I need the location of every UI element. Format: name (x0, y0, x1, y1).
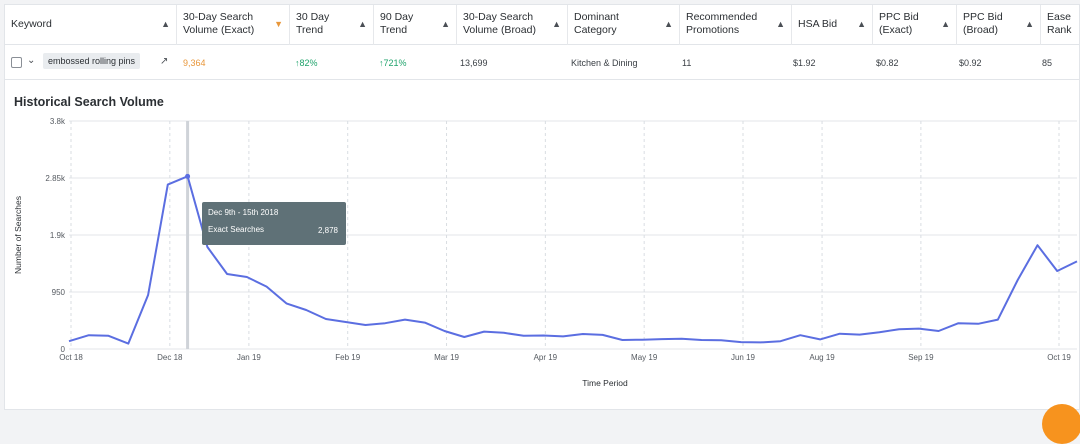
search-volume-chart: 09501.9k2.85k3.8kOct 18 Dec 18 Jan 19 Feb 1… (13, 117, 1078, 388)
trend-30-value: ↑82% (295, 58, 318, 68)
sort-icon[interactable]: ▲ (776, 18, 785, 31)
column-header-ease-rank[interactable]: Ease Rank (1041, 5, 1080, 45)
y-tick-label: 2.85k (45, 174, 66, 183)
ease-rank-value: 85 (1042, 58, 1053, 68)
column-label: Dominant Category (574, 11, 619, 36)
search-volume-exact-value: 9,364 (183, 58, 206, 68)
y-tick-label: 1.9k (50, 231, 66, 240)
y-tick-label: 950 (52, 288, 66, 297)
trend-30-percent: 82% (299, 58, 318, 68)
x-tick-label: May 19 (631, 353, 658, 362)
table-row: ⌄ embossed rolling pins ↗ 9,364 ↑82% ↑72… (5, 46, 1080, 80)
column-header-90-day-trend[interactable]: 90 Day Trend ▲ (374, 5, 457, 45)
keyword-chip[interactable]: embossed rolling pins (43, 53, 141, 69)
column-header-ppc-bid-exact[interactable]: PPC Bid (Exact) ▲ (873, 5, 957, 45)
search-volume-broad-value: 13,699 (460, 58, 488, 68)
x-tick-label: Apr 19 (534, 353, 558, 362)
x-tick-label: Feb 19 (335, 353, 360, 362)
sort-icon[interactable]: ▲ (857, 18, 866, 31)
column-header-keyword[interactable]: Keyword ▲︎ (5, 5, 177, 45)
x-tick-label: Oct 18 (59, 353, 83, 362)
column-label: PPC Bid (Exact) (879, 11, 919, 36)
ppc-broad-value: $0.92 (959, 58, 982, 68)
sort-desc-icon[interactable]: ▼ (274, 18, 283, 31)
table-header: Keyword ▲︎ 30-Day Search Volume (Exact) ▼ … (5, 5, 1080, 45)
sort-icon[interactable]: ▲ (664, 18, 673, 31)
column-header-ppc-bid-broad[interactable]: PPC Bid (Broad) ▲ (957, 5, 1041, 45)
column-header-search-volume-broad[interactable]: 30-Day Search Volume (Broad) ▲ (457, 5, 568, 45)
y-tick-label: 3.8k (50, 117, 66, 126)
x-tick-label: Jun 19 (731, 353, 756, 362)
column-header-hsa-bid[interactable]: HSA Bid ▲ (792, 5, 873, 45)
row-checkbox[interactable] (11, 57, 22, 68)
highlighted-data-point (185, 173, 191, 179)
hsa-bid-value: $1.92 (793, 58, 816, 68)
sort-icon[interactable]: ▲︎ (161, 18, 170, 31)
recommended-promotions-value: 11 (682, 58, 692, 68)
external-link-icon[interactable]: ↗ (160, 56, 168, 67)
sort-icon[interactable]: ▲ (1025, 18, 1034, 31)
x-tick-label: Jan 19 (237, 353, 262, 362)
column-label: PPC Bid (Broad) (963, 11, 1003, 36)
x-tick-label: Oct 19 (1047, 353, 1071, 362)
dominant-category-value: Kitchen & Dining (571, 58, 638, 68)
sort-icon[interactable]: ▲ (358, 18, 367, 31)
tooltip-value: 2,878 (317, 226, 338, 235)
chevron-down-icon[interactable]: ⌄ (27, 55, 35, 66)
column-header-search-volume-exact[interactable]: 30-Day Search Volume (Exact) ▼ (177, 5, 290, 45)
ppc-exact-value: $0.82 (876, 58, 899, 68)
trend-90-value: ↑721% (379, 58, 407, 68)
column-header-30-day-trend[interactable]: 30 Day Trend ▲ (290, 5, 374, 45)
x-tick-label: Aug 19 (809, 353, 835, 362)
column-label: Ease Rank (1047, 11, 1072, 36)
column-label: Recommended Promotions (686, 11, 758, 36)
column-label: HSA Bid (798, 18, 838, 30)
sort-icon[interactable]: ▲ (441, 18, 450, 31)
tooltip-label: Exact Searches (208, 225, 265, 234)
column-label: 30 Day Trend (296, 11, 330, 36)
column-label: 90 Day Trend (380, 11, 414, 36)
column-label: 30-Day Search Volume (Broad) (463, 11, 536, 36)
chart-tooltip: Dec 9th - 15th 2018 Exact Searches 2,878 (202, 202, 346, 245)
y-axis-title: Number of Searches (13, 196, 23, 274)
trend-90-percent: 721% (383, 58, 407, 68)
sort-icon[interactable]: ▲ (552, 18, 561, 31)
x-tick-label: Sep 19 (908, 353, 934, 362)
x-tick-label: Mar 19 (434, 353, 459, 362)
chat-launcher-button[interactable] (1042, 404, 1080, 444)
keyword-research-panel: Keyword ▲︎ 30-Day Search Volume (Exact) ▼ … (4, 4, 1080, 410)
column-header-dominant-category[interactable]: Dominant Category ▲ (568, 5, 680, 45)
x-tick-label: Dec 18 (157, 353, 183, 362)
column-header-recommended-promotions[interactable]: Recommended Promotions ▲ (680, 5, 792, 45)
x-axis-title: Time Period (582, 378, 628, 388)
column-label: Keyword (11, 18, 52, 30)
sort-icon[interactable]: ▲ (941, 18, 950, 31)
tooltip-date: Dec 9th - 15th 2018 (208, 208, 279, 217)
column-label: 30-Day Search Volume (Exact) (183, 11, 255, 36)
